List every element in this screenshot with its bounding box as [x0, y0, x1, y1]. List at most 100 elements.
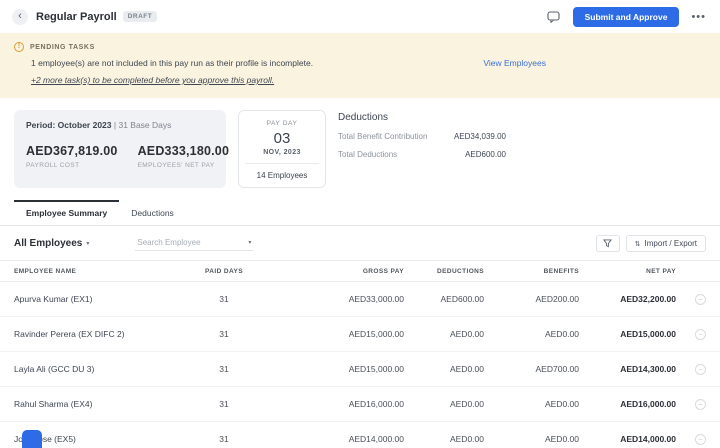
net-pay-cell: AED14,000.00 [620, 434, 676, 444]
deductions-cell: AED0.00 [449, 434, 484, 444]
page-title: Regular Payroll [36, 10, 117, 23]
minus-circle-icon: − [698, 434, 703, 444]
table-row[interactable]: Layla Ali (GCC DU 3) 31 AED15,000.00 AED… [0, 352, 720, 387]
payday-label: PAY DAY [266, 120, 298, 127]
payday-date: NOV, 2023 [245, 149, 319, 164]
table-row[interactable]: Ravinder Perera (EX DIFC 2) 31 AED15,000… [0, 317, 720, 352]
employee-name-cell: Apurva Kumar (EX1) [14, 294, 93, 304]
minus-circle-icon: − [698, 364, 703, 374]
exclude-employee-button[interactable]: − [695, 363, 706, 375]
comment-button[interactable] [547, 10, 563, 24]
benefit-contribution-row: Total Benefit Contribution AED34,039.00 [338, 132, 506, 141]
net-pay-cell: AED15,000.00 [620, 329, 676, 339]
header-actions: Submit and Approve ••• [547, 6, 708, 27]
benefits-cell: AED700.00 [535, 364, 579, 374]
filter-button[interactable] [595, 235, 620, 252]
employee-filter-dropdown[interactable]: All Employees ▾ [14, 238, 89, 249]
employee-table-body: Apurva Kumar (EX1) 31 AED33,000.00 AED60… [0, 282, 720, 448]
header: ‹ Regular Payroll DRAFT Submit and Appro… [0, 0, 720, 33]
net-pay-cell: AED14,300.00 [620, 364, 676, 374]
deductions-cell: AED600.00 [440, 294, 484, 304]
payroll-cost-group: AED367,819.00 PAYROLL COST [26, 144, 118, 169]
employees-net-pay-value: AED333,180.00 [137, 144, 230, 158]
search-box: ▾ [135, 236, 254, 251]
gross-pay-cell: AED14,000.00 [348, 434, 404, 444]
tab-bar: Employee Summary Deductions [0, 200, 720, 226]
pending-tasks-banner: ! PENDING TASKS 1 employee(s) are not in… [0, 33, 720, 98]
gross-pay-cell: AED15,000.00 [348, 329, 404, 339]
col-paid-days: PAID DAYS [205, 267, 243, 275]
exclude-employee-button[interactable]: − [695, 433, 706, 445]
tab-deductions[interactable]: Deductions [119, 200, 186, 225]
gross-pay-cell: AED16,000.00 [348, 399, 404, 409]
back-button[interactable]: ‹ [12, 8, 28, 25]
col-gross-pay: GROSS PAY [362, 267, 404, 275]
table-header: EMPLOYEE NAME PAID DAYS GROSS PAY DEDUCT… [0, 260, 720, 282]
import-export-icon: ⇅ [634, 240, 641, 248]
paid-days-cell: 31 [219, 294, 229, 304]
col-benefits: BENEFITS [543, 267, 579, 275]
chat-widget-button[interactable] [22, 430, 42, 448]
more-options-button[interactable]: ••• [689, 11, 708, 23]
view-employees-link[interactable]: View Employees [483, 58, 546, 68]
benefits-cell: AED0.00 [544, 399, 579, 409]
deductions-cell: AED0.00 [449, 399, 484, 409]
exclude-employee-button[interactable]: − [695, 328, 706, 340]
comment-icon [547, 10, 560, 23]
status-badge: DRAFT [122, 11, 158, 22]
period-label: Period: October 2023 | 31 Base Days [26, 120, 214, 130]
col-net-pay: NET PAY [646, 267, 676, 275]
table-row[interactable]: Apurva Kumar (EX1) 31 AED33,000.00 AED60… [0, 282, 720, 317]
minus-circle-icon: − [698, 294, 703, 304]
benefit-contribution-label: Total Benefit Contribution [338, 132, 428, 141]
ellipsis-icon: ••• [691, 10, 706, 23]
search-chevron-down-icon[interactable]: ▾ [248, 239, 251, 246]
payroll-summary: Period: October 2023 | 31 Base Days AED3… [0, 98, 720, 198]
exclude-employee-button[interactable]: − [695, 293, 706, 305]
net-pay-group: AED333,180.00 EMPLOYEES' NET PAY [138, 144, 230, 169]
deductions-cell: AED0.00 [449, 329, 484, 339]
table-row[interactable]: Rahul Sharma (EX4) 31 AED16,000.00 AED0.… [0, 387, 720, 422]
total-deductions-label: Total Deductions [338, 150, 398, 159]
deductions-cell: AED0.00 [449, 364, 484, 374]
gross-pay-cell: AED15,000.00 [348, 364, 404, 374]
payroll-cost-value: AED367,819.00 [26, 144, 118, 158]
banner-message: 1 employee(s) are not included in this p… [31, 58, 314, 68]
net-pay-cell: AED16,000.00 [620, 399, 676, 409]
chevron-down-icon: ▾ [86, 241, 90, 247]
benefits-cell: AED0.00 [544, 434, 579, 444]
more-tasks-link[interactable]: +2 more task(s) to be completed before y… [31, 75, 274, 85]
employee-table: EMPLOYEE NAME PAID DAYS GROSS PAY DEDUCT… [0, 260, 720, 448]
col-deductions: DEDUCTIONS [437, 267, 484, 275]
exclude-employee-button[interactable]: − [695, 398, 706, 410]
paid-days-cell: 31 [219, 364, 229, 374]
payday-card: PAY DAY 03 NOV, 2023 14 Employees [238, 110, 326, 188]
employee-name-cell: Ravinder Perera (EX DIFC 2) [14, 329, 125, 339]
toolbar-right: ⇅ Import / Export [595, 235, 706, 252]
paid-days-cell: 31 [219, 399, 229, 409]
deductions-summary: Deductions Total Benefit Contribution AE… [338, 110, 506, 188]
gross-pay-cell: AED33,000.00 [348, 294, 404, 304]
search-input[interactable] [137, 238, 249, 247]
net-pay-cell: AED32,200.00 [620, 294, 676, 304]
employee-name-cell: Layla Ali (GCC DU 3) [14, 364, 95, 374]
table-row[interactable]: Jojo Rose (EX5) 31 AED14,000.00 AED0.00 … [0, 422, 720, 448]
table-toolbar: All Employees ▾ ▾ ⇅ Import / Export [0, 226, 720, 260]
payroll-cost-label: PAYROLL COST [26, 162, 80, 169]
col-employee-name: EMPLOYEE NAME [14, 267, 77, 275]
period-base-days: | 31 Base Days [113, 120, 172, 130]
total-deductions-value: AED600.00 [465, 150, 506, 159]
benefit-contribution-value: AED34,039.00 [453, 132, 506, 141]
filter-funnel-icon [603, 239, 613, 248]
banner-header: ! PENDING TASKS [14, 42, 706, 52]
benefits-cell: AED200.00 [535, 294, 579, 304]
minus-circle-icon: − [698, 399, 703, 409]
import-export-button[interactable]: ⇅ Import / Export [625, 235, 706, 252]
employee-filter-label: All Employees [14, 238, 83, 249]
payday-employee-count: 14 Employees [256, 171, 308, 180]
banner-message-row: 1 employee(s) are not included in this p… [14, 58, 706, 68]
banner-title: PENDING TASKS [30, 43, 95, 51]
submit-and-approve-button[interactable]: Submit and Approve [572, 6, 680, 27]
period-card: Period: October 2023 | 31 Base Days AED3… [14, 110, 229, 188]
tab-employee-summary[interactable]: Employee Summary [14, 200, 120, 225]
